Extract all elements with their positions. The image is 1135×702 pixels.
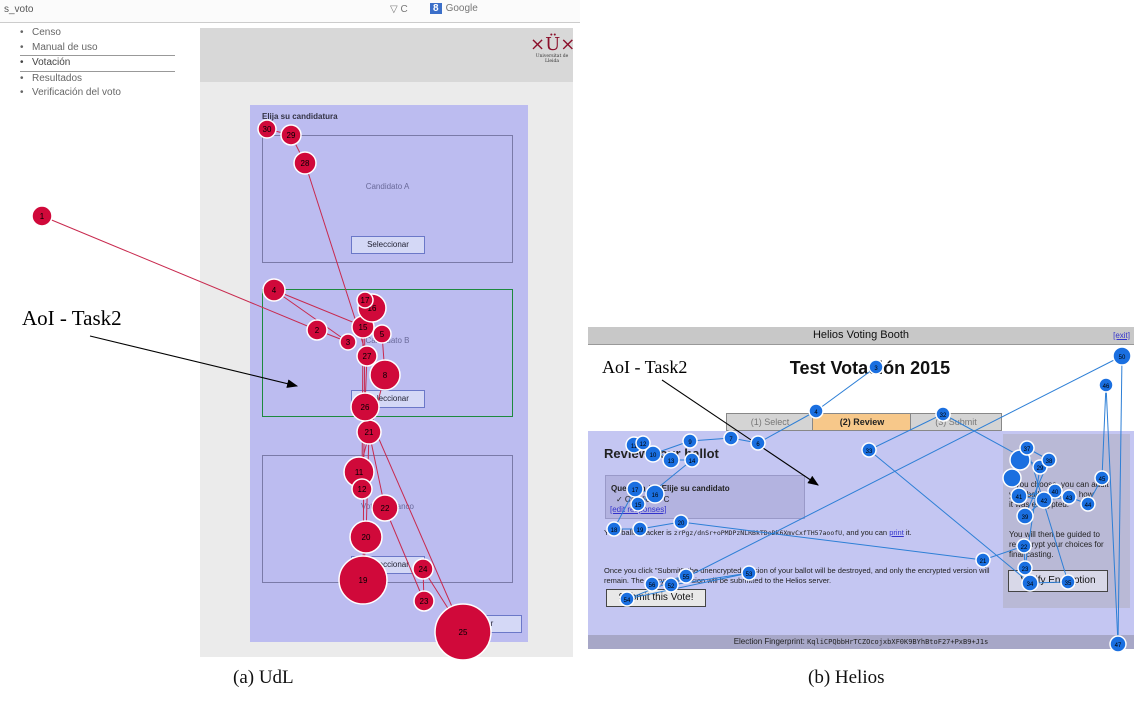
- fixation-number: 19: [637, 528, 644, 534]
- fixation-number: 39: [1022, 515, 1029, 521]
- fixation-number: 55: [683, 575, 690, 581]
- fixation-number: 19: [359, 576, 368, 585]
- fixation-number: 25: [459, 628, 468, 637]
- fixation-number: 23: [420, 597, 429, 606]
- fixation-circle: [1002, 468, 1022, 488]
- fixation-number: 29: [1037, 466, 1044, 472]
- fixation-number: 1: [40, 212, 45, 221]
- fixation-number: 5: [380, 330, 385, 339]
- fixation-number: 13: [668, 459, 675, 465]
- fixation-number: 26: [361, 403, 370, 412]
- fixation-number: 40: [1052, 490, 1059, 496]
- fixation-number: 52: [668, 584, 675, 590]
- udl-saccades: [41, 128, 464, 633]
- fixation-number: 8: [383, 371, 388, 380]
- fixation-number: 24: [419, 565, 428, 574]
- fixation-number: 42: [1041, 499, 1048, 505]
- fixation-number: 37: [1024, 447, 1031, 453]
- fixation-number: 50: [1119, 355, 1126, 361]
- fixation-number: 38: [1046, 459, 1053, 465]
- fixation-number: 18: [611, 528, 618, 534]
- helios-fixations: 346791011 1213 1415161718 19202122232932333…: [606, 346, 1132, 653]
- caption-helios: (b) Helios: [808, 667, 885, 688]
- fixation-number: 4: [272, 286, 277, 295]
- udl-fixations: 1234581112151617192021222324252627282930: [31, 119, 492, 661]
- fixation-number: 16: [652, 493, 659, 499]
- saccade-line: [41, 215, 318, 331]
- fixation-number: 27: [363, 352, 372, 361]
- fixation-number: 12: [358, 485, 367, 494]
- fixation-number: 21: [365, 428, 374, 437]
- fixation-number: 45: [1099, 477, 1106, 483]
- fixation-number: 41: [1016, 495, 1023, 501]
- fixation-number: 3: [346, 338, 351, 347]
- fixation-number: 29: [287, 131, 296, 140]
- saccade-line: [1117, 355, 1123, 645]
- fixation-number: 46: [1103, 384, 1110, 390]
- fixation-number: 44: [1085, 503, 1092, 509]
- saccade-line: [384, 507, 425, 602]
- fixation-number: 20: [362, 533, 371, 542]
- fixation-number: 30: [263, 125, 272, 134]
- fixation-number: 20: [678, 521, 685, 527]
- aoi-arrow-helios: [661, 379, 819, 486]
- fixation-number: 43: [1066, 496, 1073, 502]
- fixation-number: 2: [315, 326, 320, 335]
- saccade-line: [1105, 384, 1119, 645]
- fixation-number: 53: [746, 572, 753, 578]
- fixation-number: 11: [355, 468, 364, 477]
- fixation-number: 15: [635, 503, 642, 509]
- saccade-line: [815, 366, 877, 412]
- fixation-number: 15: [359, 323, 368, 332]
- fixation-number: 54: [624, 598, 631, 604]
- fixation-number: 35: [1065, 581, 1072, 587]
- fixation-number: 28: [301, 159, 310, 168]
- fixation-number: 33: [866, 449, 873, 455]
- fixation-number: 14: [689, 459, 696, 465]
- fixation-number: 56: [649, 583, 656, 589]
- aoi-arrow-udl: [89, 335, 299, 388]
- fixation-number: 12: [640, 442, 647, 448]
- fixation-number: 17: [361, 296, 370, 305]
- saccade-line: [757, 410, 817, 444]
- fixation-number: 17: [632, 488, 639, 494]
- fixation-number: 23: [1022, 567, 1029, 573]
- saccade-line: [680, 521, 984, 561]
- fixation-number: 21: [980, 559, 987, 565]
- caption-udl: (a) UdL: [233, 667, 294, 688]
- saccade-line: [1101, 384, 1107, 479]
- saccade-line: [868, 449, 1031, 584]
- fixation-number: 22: [381, 504, 390, 513]
- fixation-number: 34: [1027, 582, 1034, 588]
- gaze-overlay: 1234581112151617192021222324252627282930…: [31, 119, 1132, 661]
- fixation-number: 32: [940, 413, 947, 419]
- fixation-number: 10: [650, 453, 657, 459]
- saccade-line: [670, 355, 1123, 586]
- fixation-number: 47: [1115, 643, 1122, 649]
- saccade-line: [868, 413, 944, 451]
- fixation-number: 22: [1021, 545, 1028, 551]
